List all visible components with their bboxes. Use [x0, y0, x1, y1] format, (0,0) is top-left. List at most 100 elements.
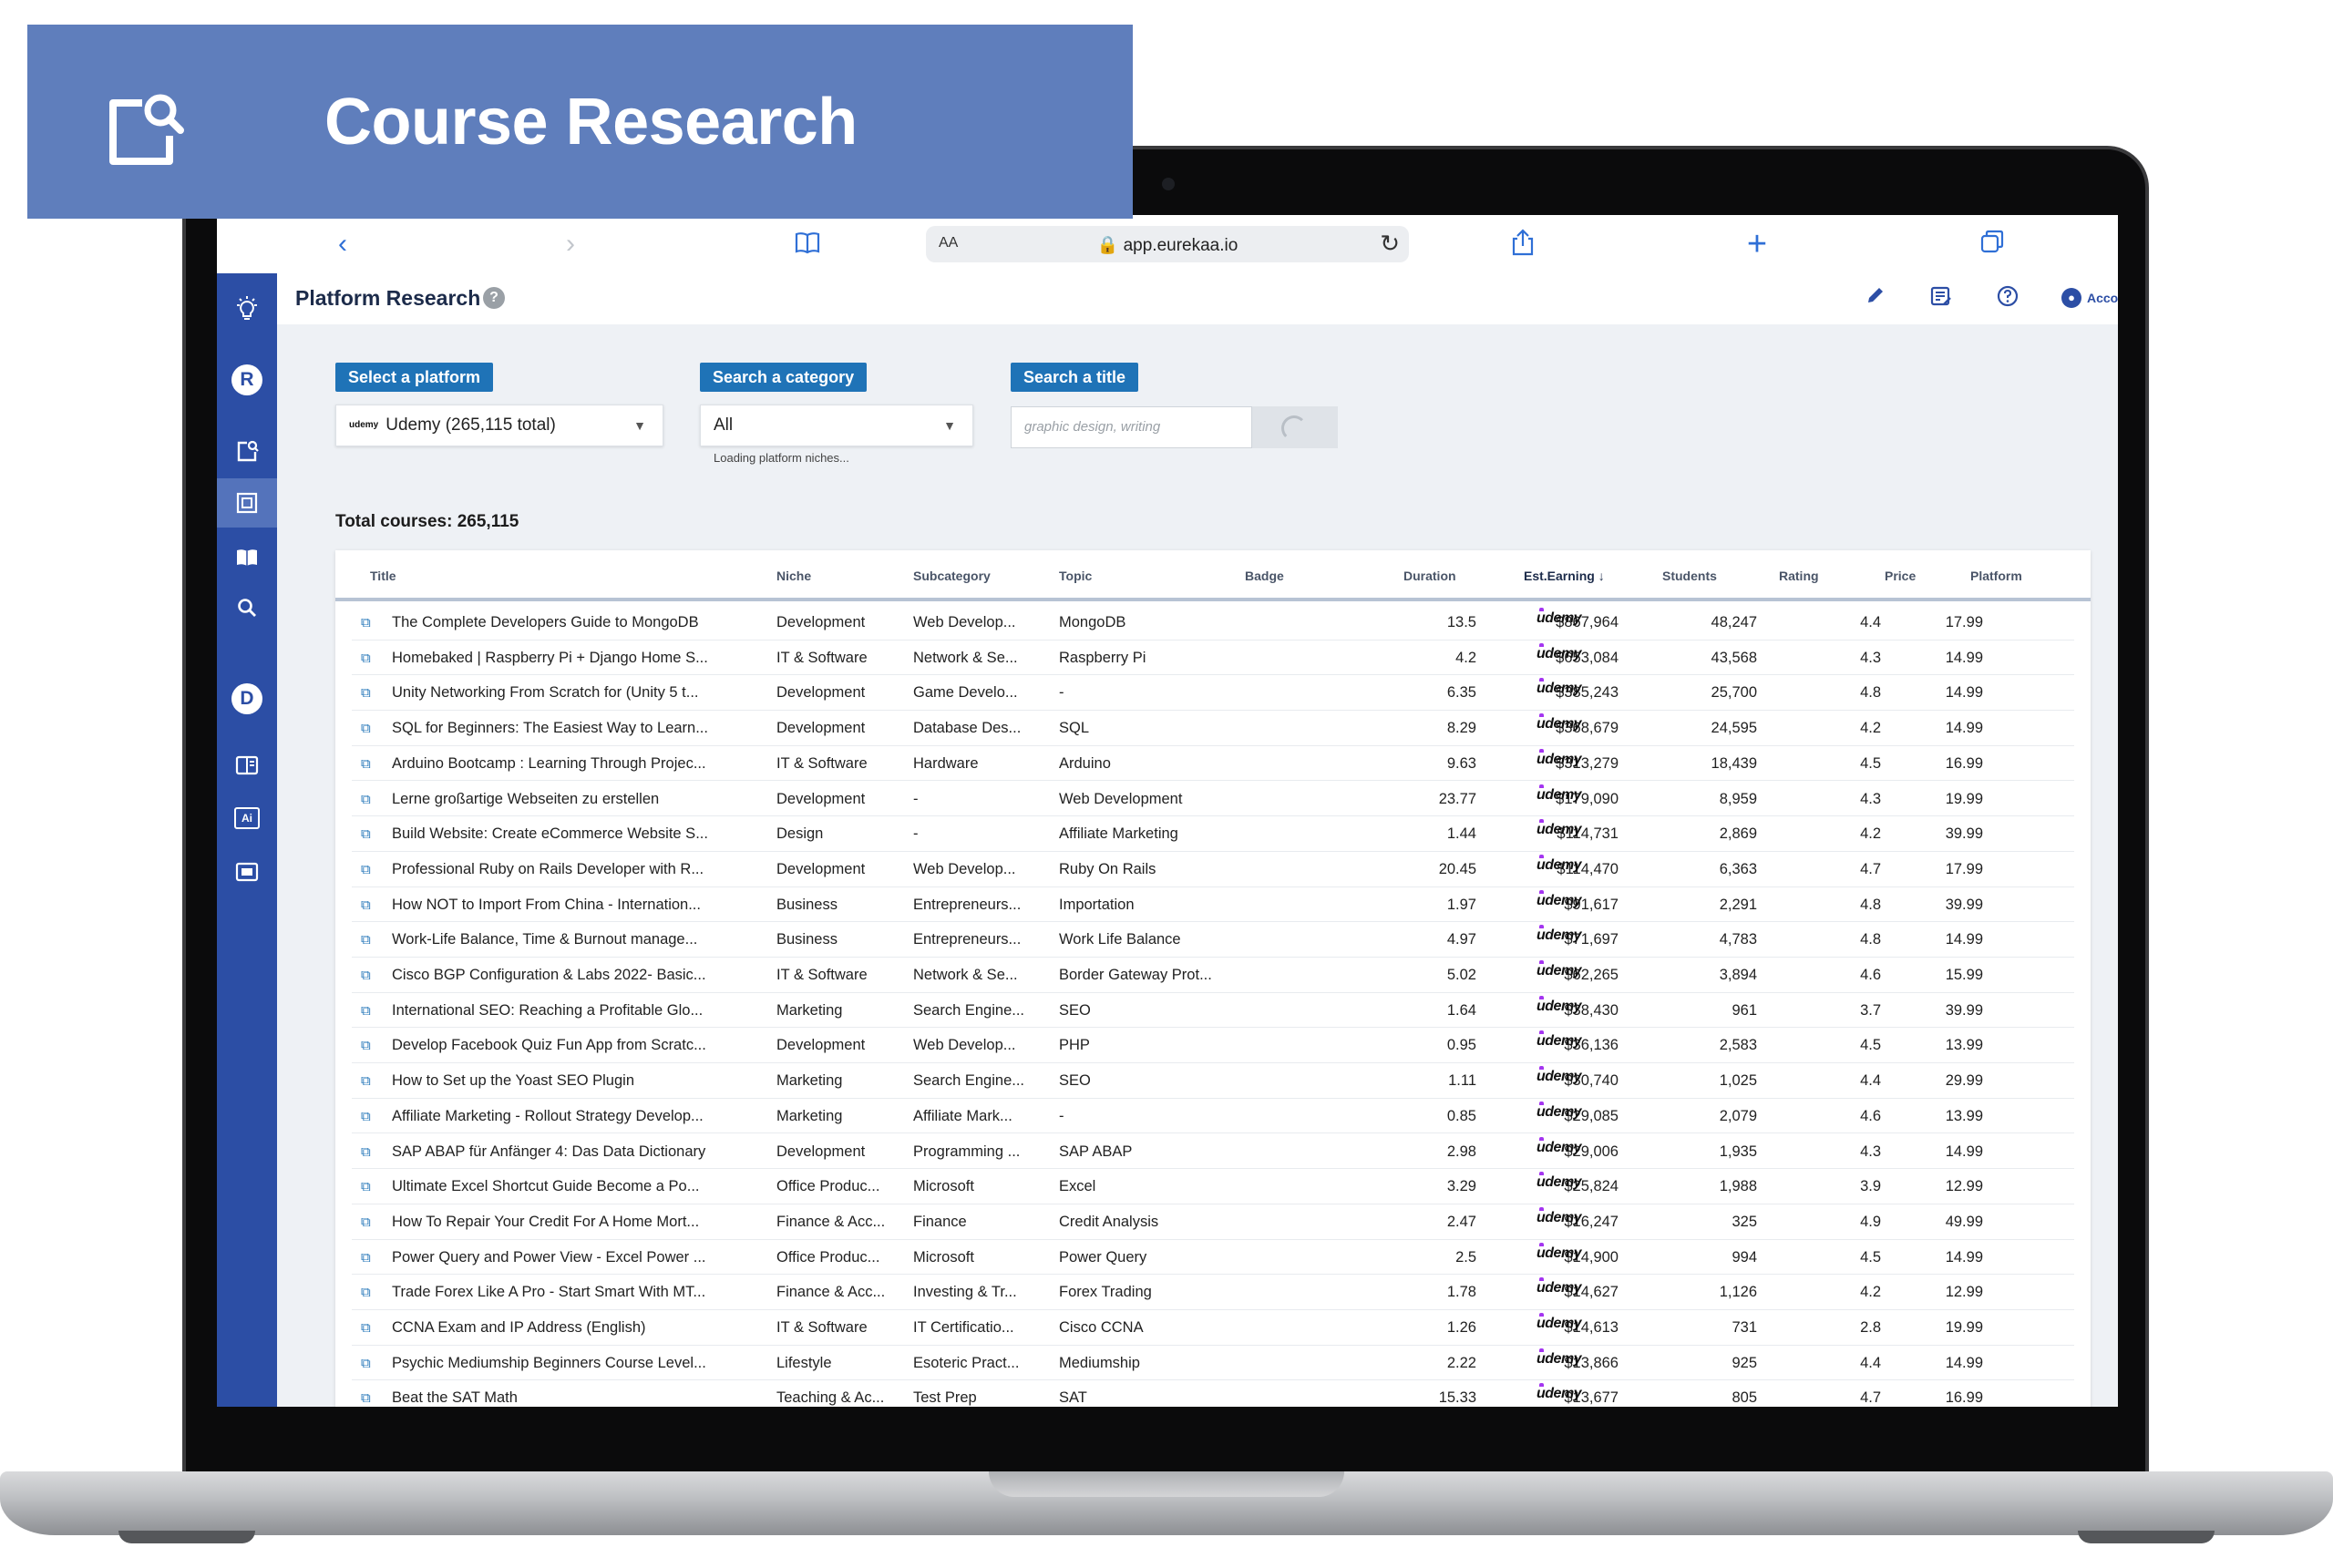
external-link-icon[interactable]: ⧉ [361, 862, 371, 877]
search-icon[interactable] [217, 583, 277, 632]
cell-students: 3,894 [1719, 967, 1757, 983]
table-row[interactable]: ⧉ SQL for Beginners: The Easiest Way to L… [352, 711, 2074, 746]
search-button[interactable] [1252, 406, 1338, 448]
column-topic[interactable]: Topic [1059, 569, 1092, 583]
table-row[interactable]: ⧉ Trade Forex Like A Pro - Start Smart Wi… [352, 1275, 2074, 1310]
cell-students: 2,291 [1719, 896, 1757, 913]
cell-rating: 4.5 [1860, 754, 1881, 772]
platform-label: Select a platform [335, 363, 494, 392]
sidebar-item-d[interactable]: D [217, 674, 277, 723]
external-link-icon[interactable]: ⧉ [361, 1285, 371, 1300]
table-row[interactable]: ⧉ How To Repair Your Credit For A Home Mo… [352, 1204, 2074, 1240]
cell-duration: 23.77 [1438, 790, 1476, 807]
table-row[interactable]: ⧉ Psychic Mediumship Beginners Course Lev… [352, 1346, 2074, 1381]
pencil-icon[interactable] [1865, 284, 1886, 313]
cell-duration: 3.29 [1446, 1178, 1476, 1195]
video-icon[interactable] [217, 847, 277, 897]
lightbulb-icon[interactable] [217, 284, 277, 333]
external-link-icon[interactable]: ⧉ [361, 826, 371, 842]
external-link-icon[interactable]: ⧉ [361, 792, 371, 807]
back-icon[interactable]: ‹ [326, 228, 359, 261]
category-select[interactable]: All ▼ [700, 405, 973, 446]
column-duration[interactable]: Duration [1403, 569, 1456, 583]
table-row[interactable]: ⧉ CCNA Exam and IP Address (English) IT & … [352, 1310, 2074, 1346]
platform-select[interactable]: udemy Udemy (265,115 total) ▼ [335, 405, 663, 446]
cell-rating: 2.8 [1860, 1319, 1881, 1336]
address-bar[interactable]: AA 🔒 app.eurekaa.io ↻ [926, 226, 1409, 262]
external-link-icon[interactable]: ⧉ [361, 1356, 371, 1371]
external-link-icon[interactable]: ⧉ [361, 1003, 371, 1019]
column-subcategory[interactable]: Subcategory [913, 569, 991, 583]
external-link-icon[interactable]: ⧉ [361, 756, 371, 772]
cell-rating: 4.7 [1860, 860, 1881, 877]
table-row[interactable]: ⧉ How NOT to Import From China - Internat… [352, 887, 2074, 923]
table-row[interactable]: ⧉ Power Query and Power View - Excel Powe… [352, 1240, 2074, 1276]
external-link-icon[interactable]: ⧉ [361, 932, 371, 948]
external-link-icon[interactable]: ⧉ [361, 685, 371, 701]
column-title[interactable]: Title [370, 569, 396, 583]
column-platform[interactable]: Platform [1970, 569, 2022, 583]
table-row[interactable]: ⧉ International SEO: Reaching a Profitabl… [352, 993, 2074, 1029]
ai-icon[interactable]: Ai [217, 794, 277, 843]
external-link-icon[interactable]: ⧉ [361, 615, 371, 630]
cell-topic: SEO [1059, 1072, 1091, 1090]
cell-students: 24,595 [1711, 720, 1757, 737]
title-search-input[interactable]: graphic design, writing [1011, 406, 1252, 448]
table-row[interactable]: ⧉ Ultimate Excel Shortcut Guide Become a … [352, 1169, 2074, 1204]
sidebar-item-platform-research[interactable] [217, 478, 277, 528]
forward-icon[interactable]: › [554, 228, 587, 261]
external-link-icon[interactable]: ⧉ [361, 1144, 371, 1160]
reload-icon[interactable]: ↻ [1380, 230, 1400, 258]
external-link-icon[interactable]: ⧉ [361, 968, 371, 983]
external-link-icon[interactable]: ⧉ [361, 1179, 371, 1194]
tabs-icon[interactable] [1976, 228, 2009, 261]
column-rating[interactable]: Rating [1779, 569, 1819, 583]
table-row[interactable]: ⧉ The Complete Developers Guide to MongoD… [352, 605, 2074, 641]
table-row[interactable]: ⧉ Affiliate Marketing - Rollout Strategy … [352, 1099, 2074, 1134]
external-link-icon[interactable]: ⧉ [361, 1109, 371, 1124]
udemy-logo: udemy [1536, 1030, 1582, 1050]
external-link-icon[interactable]: ⧉ [361, 651, 371, 666]
external-link-icon[interactable]: ⧉ [361, 1320, 371, 1336]
help-icon[interactable]: ? [483, 287, 505, 309]
sidebar-item-course-research[interactable] [217, 426, 277, 476]
column-students[interactable]: Students [1662, 569, 1717, 583]
table-row[interactable]: ⧉ Professional Ruby on Rails Developer wi… [352, 852, 2074, 887]
table-row[interactable]: ⧉ SAP ABAP für Anfänger 4: Das Data Dicti… [352, 1134, 2074, 1170]
table-row[interactable]: ⧉ Lerne großartige Webseiten zu erstellen… [352, 782, 2074, 817]
table-row[interactable]: ⧉ Homebaked | Raspberry Pi + Django Home … [352, 641, 2074, 676]
external-link-icon[interactable]: ⧉ [361, 1038, 371, 1053]
share-icon[interactable] [1506, 228, 1539, 261]
column-price[interactable]: Price [1885, 569, 1916, 583]
column-badge[interactable]: Badge [1245, 569, 1284, 583]
table-row[interactable]: ⧉ Beat the SAT Math Teaching & Ac... Test P… [352, 1380, 2074, 1407]
external-link-icon[interactable]: ⧉ [361, 721, 371, 736]
panel-icon[interactable] [217, 741, 277, 790]
table-row[interactable]: ⧉ Build Website: Create eCommerce Website… [352, 816, 2074, 852]
sidebar-item-r[interactable]: R [217, 355, 277, 405]
table-row[interactable]: ⧉ Cisco BGP Configuration & Labs 2022- Ba… [352, 958, 2074, 993]
question-circle-icon[interactable] [1996, 284, 2020, 314]
laptop-foot-right [2078, 1531, 2215, 1543]
external-link-icon[interactable]: ⧉ [361, 1073, 371, 1089]
external-link-icon[interactable]: ⧉ [361, 1214, 371, 1230]
cell-students: 2,079 [1719, 1107, 1757, 1124]
column-niche[interactable]: Niche [776, 569, 811, 583]
external-link-icon[interactable]: ⧉ [361, 1390, 371, 1406]
column-est-earning[interactable]: Est.Earning ↓ [1524, 569, 1605, 583]
new-tab-icon[interactable]: + [1741, 227, 1773, 261]
table-row[interactable]: ⧉ Develop Facebook Quiz Fun App from Scra… [352, 1028, 2074, 1064]
account-menu[interactable]: ● Account [2061, 288, 2118, 308]
book-icon[interactable] [217, 532, 277, 581]
cell-rating: 4.8 [1860, 896, 1881, 913]
cell-duration: 2.5 [1455, 1248, 1476, 1266]
external-link-icon[interactable]: ⧉ [361, 897, 371, 913]
table-row[interactable]: ⧉ Work-Life Balance, Time & Burnout manag… [352, 922, 2074, 958]
cell-students: 1,025 [1719, 1072, 1757, 1090]
table-row[interactable]: ⧉ Arduino Bootcamp : Learning Through Pro… [352, 746, 2074, 782]
notes-icon[interactable] [1929, 284, 1953, 314]
table-row[interactable]: ⧉ Unity Networking From Scratch for (Unit… [352, 675, 2074, 712]
external-link-icon[interactable]: ⧉ [361, 1250, 371, 1266]
table-row[interactable]: ⧉ How to Set up the Yoast SEO Plugin Marke… [352, 1063, 2074, 1099]
bookmarks-icon[interactable] [791, 228, 824, 261]
